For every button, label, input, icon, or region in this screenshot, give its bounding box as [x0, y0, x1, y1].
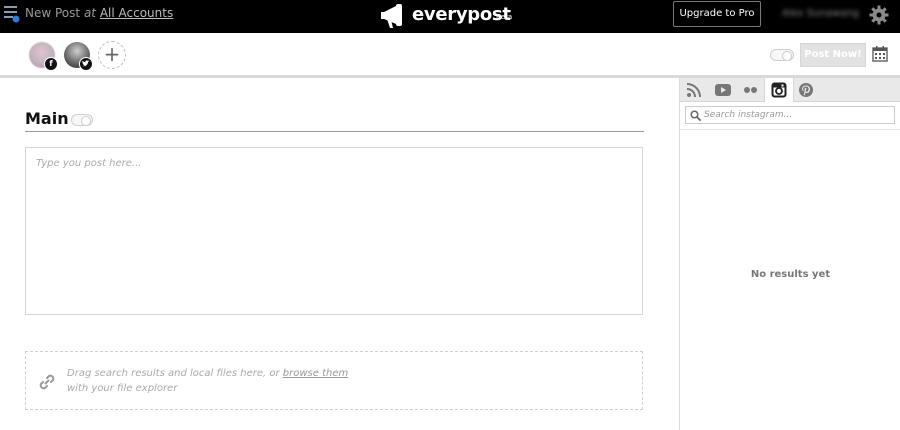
twitter-icon [79, 57, 93, 71]
facebook-icon: f [44, 57, 58, 71]
instagram-search[interactable] [685, 106, 895, 124]
post-now-button[interactable]: Post Now! [800, 43, 866, 67]
upgrade-button[interactable]: Upgrade to Pro [673, 1, 761, 27]
new-post-label: New Post [25, 6, 81, 20]
search-icon [690, 110, 701, 121]
empty-state-text: No results yet [750, 269, 831, 280]
pinterest-icon [799, 83, 813, 97]
calendar-icon[interactable] [872, 46, 888, 62]
tab-pinterest[interactable] [792, 78, 820, 101]
menu-icon[interactable] [4, 5, 20, 23]
new-post-breadcrumb: New Post at All Accounts [25, 6, 173, 20]
new-post-at: at [83, 6, 96, 20]
page-title: Main [25, 109, 69, 128]
user-name[interactable]: Alex Sunawang [782, 8, 859, 19]
source-tabs [680, 78, 900, 102]
tab-youtube[interactable] [708, 78, 736, 101]
instagram-icon [771, 82, 787, 98]
logo-beta: Beta [496, 13, 513, 21]
tab-instagram[interactable] [764, 78, 794, 102]
all-accounts-link[interactable]: All Accounts [100, 6, 173, 20]
browse-link[interactable]: browse them [283, 368, 348, 379]
schedule-toggle[interactable] [770, 49, 794, 61]
title-divider [25, 131, 644, 132]
megaphone-icon [381, 4, 402, 28]
rss-icon [686, 83, 701, 98]
gear-icon[interactable] [869, 5, 889, 25]
post-textarea[interactable] [25, 147, 643, 315]
flickr-icon [744, 87, 757, 93]
search-input[interactable] [704, 108, 890, 122]
everypost-logo: everypost Beta [378, 1, 518, 31]
add-account-button[interactable]: + [98, 41, 126, 69]
tab-rss[interactable] [680, 78, 708, 101]
dropzone-text-2: with your file explorer [67, 383, 178, 394]
file-dropzone[interactable]: Drag search results and local files here… [25, 351, 643, 410]
youtube-icon [715, 84, 731, 96]
media-panel: No results yet [679, 78, 900, 430]
panel-divider [680, 129, 900, 130]
link-icon [39, 374, 55, 390]
top-bar: New Post at All Accounts everypost Beta … [0, 0, 900, 33]
tab-flickr[interactable] [736, 78, 764, 101]
dropzone-text: Drag search results and local files here… [67, 366, 348, 396]
main-toggle[interactable] [71, 114, 93, 126]
dropzone-text-1: Drag search results and local files here… [67, 368, 280, 379]
accounts-bar: f + Post Now! [0, 33, 900, 75]
